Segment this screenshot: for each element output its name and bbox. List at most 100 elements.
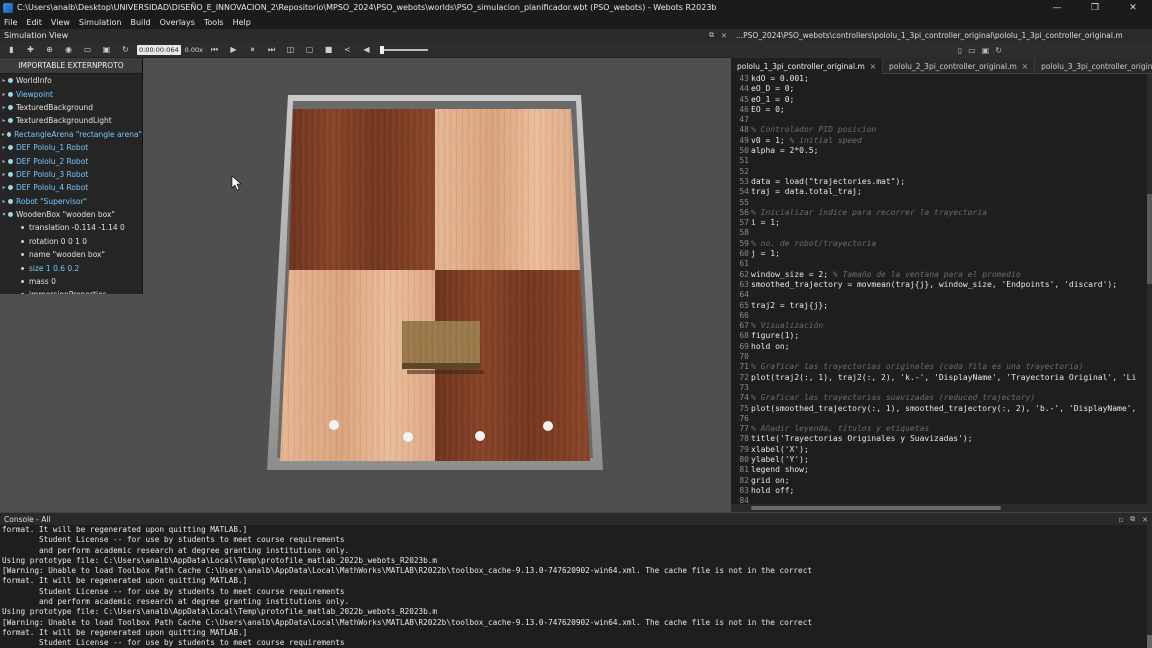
screenshot-icon[interactable]: ◫ [283,44,298,56]
expand-right-icon[interactable]: ▸ [0,91,8,98]
scene-tree-node[interactable]: ▸ RectangleArena "rectangle arena" [0,128,142,141]
volume-slider[interactable] [379,45,428,54]
menu-help[interactable]: Help [233,18,251,27]
expand-right-icon[interactable]: ▸ [0,144,8,151]
add-node-icon[interactable]: ✚ [23,44,38,56]
window-title: C:\Users\analb\Desktop\UNIVERSIDAD\DISEÑ… [17,3,717,12]
expand-right-icon[interactable]: ▸ [0,117,8,124]
node-icon [8,91,13,97]
reload-world-icon[interactable]: ↻ [118,44,133,56]
code-line: 54 traj = data.total_traj; [731,187,1147,197]
console-minimize-icon[interactable]: ▫ [1118,516,1123,524]
scene-tree-node[interactable]: ▸ Viewpoint [0,87,142,100]
expand-right-icon[interactable]: ▸ [0,184,8,191]
fast-forward-icon[interactable]: ⏭ [264,44,279,56]
scene-tree-node[interactable]: ▸ WorldInfo [0,74,142,87]
line-number: 53 [739,176,749,186]
minimize-button[interactable]: — [1038,0,1076,15]
close-button[interactable]: ✕ [1114,0,1152,15]
editor-horizontal-scrollbar[interactable] [731,504,1152,512]
scene-tree-node[interactable]: ▸ TexturedBackgroundLight [0,114,142,127]
line-number: 83 [739,485,749,495]
3d-viewport[interactable] [143,58,731,512]
camera-icon[interactable]: ▢ [302,44,317,56]
console-close-icon[interactable]: ✕ [1142,516,1148,524]
tab-close-icon[interactable]: × [870,62,876,71]
expand-right-icon[interactable]: ▸ [0,198,8,205]
expand-down-icon[interactable]: ▾ [0,211,8,218]
menu-file[interactable]: File [4,18,17,27]
scene-tree-field[interactable]: name "wooden box" [0,248,142,261]
open-file-icon[interactable]: ▭ [968,46,976,55]
scene-tree-field[interactable]: mass 0 [0,275,142,288]
expand-right-icon[interactable]: ▸ [0,171,8,178]
code-comment: % initial speed [789,135,862,145]
view-all-icon[interactable]: ⊕ [42,44,57,56]
menu-view[interactable]: View [51,18,70,27]
revert-icon[interactable]: ↻ [995,46,1002,55]
scene-tree-node[interactable]: ▸ DEF Pololu_1 Robot [0,141,142,154]
field-bullet-icon [21,280,24,284]
tab-close-icon[interactable]: × [1022,62,1028,71]
wooden-box-shadow [407,370,485,374]
code-line: 60 j = 1; [731,249,1147,259]
editor-vertical-scrollbar[interactable] [1147,74,1152,504]
robot-pololu-4 [543,421,553,431]
console-line: Using prototype file: C:\Users\analb\App… [2,607,438,617]
scene-tree-field[interactable]: rotation 0 0 1 0 [0,235,142,248]
editor-tab[interactable]: pololu_2_3pi_controller_original.m × [883,58,1036,74]
menu-edit[interactable]: Edit [26,18,42,27]
panel-close-icon[interactable]: ✕ [721,32,727,40]
simulation-toolbar: ▮ ✚ ⊕ ◉ ▭ ▣ ↻ 0:00:00:064 0.00x ⏮ ▶ ⏸ ⏭ … [0,42,731,58]
open-world-icon[interactable]: ▭ [80,44,95,56]
code-text: ylabel('Y'); [751,454,809,464]
expand-right-icon[interactable]: ▸ [0,77,8,84]
new-file-icon[interactable]: ▯ [958,46,962,55]
pause-icon[interactable]: ⏸ [245,44,260,56]
console-scrollbar[interactable] [1147,525,1152,648]
code-line: 52 [731,167,1147,177]
scene-tree-node[interactable]: ▾ WoodenBox "wooden box" [0,208,142,221]
line-number: 66 [739,310,749,320]
code-line: 76 [731,414,1147,424]
console-title: Console - All [4,514,51,524]
save-world-icon[interactable]: ▣ [99,44,114,56]
expand-right-icon[interactable]: ▸ [0,104,8,111]
scene-tree-field[interactable]: translation -0.114 -1.14 0 [0,221,142,234]
reset-icon[interactable]: ⏮ [207,44,222,56]
scene-tree-node[interactable]: ▸ DEF Pololu_4 Robot [0,181,142,194]
node-icon [6,131,12,137]
record-icon[interactable]: ■ [321,44,336,56]
toggle-scene-tree-icon[interactable]: ▮ [4,44,19,56]
volume-icon[interactable]: ◀ [359,44,374,56]
menu-overlays[interactable]: Overlays [160,18,195,27]
console-output[interactable]: format. It will be regenerated upon quit… [0,525,1152,648]
share-icon[interactable]: < [340,44,355,56]
node-icon [8,104,13,110]
editor-tab[interactable]: pololu_3_3pi_controller_original.m [1035,58,1152,74]
menu-tools[interactable]: Tools [204,18,224,27]
code-line: 65 traj2 = traj{j}; [731,301,1147,311]
panel-undock-icon[interactable]: ⧉ [709,31,714,40]
scene-tree-field[interactable]: size 1 0.6 0.2 [0,261,142,274]
line-number: 46 [739,104,749,114]
scene-tree-header[interactable]: IMPORTABLE EXTERNPROTO [0,58,142,74]
scene-tree-node[interactable]: ▸ TexturedBackground [0,101,142,114]
code-line: 66 [731,311,1147,321]
scene-tree-node[interactable]: ▸ DEF Pololu_3 Robot [0,168,142,181]
scene-tree-node[interactable]: ▸ DEF Pololu_2 Robot [0,154,142,167]
code-editor[interactable]: 43 kdO = 0.001; 44 eO_D = 0; 45 eO_1 = 0; 46 EO… [731,74,1147,504]
save-file-icon[interactable]: ▣ [982,46,990,55]
maximize-button[interactable]: ❐ [1076,0,1114,15]
editor-tab[interactable]: pololu_1_3pi_controller_original.m × [731,58,884,74]
eye-icon[interactable]: ◉ [61,44,76,56]
scene-tree-node[interactable]: ▸ Robot "Supervisor" [0,195,142,208]
expand-right-icon[interactable]: ▸ [0,131,7,138]
expand-right-icon[interactable]: ▸ [0,158,8,165]
menu-simulation[interactable]: Simulation [79,18,122,27]
step-icon[interactable]: ▶ [226,44,241,56]
line-number: 72 [739,372,749,382]
code-text: kdO = 0.001; [751,74,809,83]
console-undock-icon[interactable]: ⧉ [1130,515,1135,524]
menu-build[interactable]: Build [131,18,151,27]
